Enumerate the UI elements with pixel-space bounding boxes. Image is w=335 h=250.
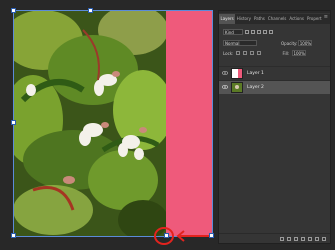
layer-style-icon[interactable] — [287, 236, 291, 241]
tab-properties[interactable]: Propert — [306, 14, 324, 24]
transform-handle-top-left[interactable] — [11, 8, 16, 13]
layer-row-layer-2[interactable]: Layer 2 — [219, 80, 330, 94]
blend-mode-select[interactable]: Normal — [223, 40, 257, 46]
delete-layer-icon[interactable] — [322, 236, 326, 241]
fill-label: Fill: — [282, 50, 290, 56]
filter-pixel-icon[interactable] — [245, 30, 249, 34]
filter-adjustment-icon[interactable] — [251, 30, 255, 34]
new-layer-icon[interactable] — [315, 236, 319, 241]
lock-image-icon[interactable] — [243, 51, 248, 55]
visibility-eye-icon[interactable] — [222, 85, 228, 89]
filter-type-icon[interactable] — [257, 30, 261, 34]
tab-actions[interactable]: Actions — [288, 14, 306, 24]
transform-handle-top-center[interactable] — [88, 8, 93, 13]
opacity-label: Opacity: — [281, 40, 298, 46]
transform-bounding-box[interactable] — [13, 10, 213, 237]
opacity-field[interactable]: 100% — [298, 40, 313, 46]
new-group-icon[interactable] — [308, 236, 312, 241]
panel-menu-icon[interactable]: ≡ — [324, 15, 328, 20]
blend-row: Normal Opacity: 100% — [223, 39, 326, 47]
document-canvas[interactable] — [11, 8, 214, 238]
tab-paths[interactable]: Paths — [252, 14, 266, 24]
panel-tabs: Layers History Paths Channels Actions Pr… — [219, 14, 330, 24]
lock-label: Lock: — [223, 50, 234, 56]
filter-shape-icon[interactable] — [263, 30, 267, 34]
filter-kind-select[interactable]: Kind — [223, 29, 243, 35]
canvas-workspace[interactable] — [0, 0, 218, 250]
tab-history[interactable]: History — [235, 14, 252, 24]
lock-position-icon[interactable] — [250, 51, 255, 55]
tab-layers[interactable]: Layers — [219, 14, 236, 24]
layer-list: Layer 1 Layer 2 — [219, 66, 330, 94]
link-layers-icon[interactable] — [280, 236, 284, 241]
annotation-arrow-icon — [176, 230, 209, 242]
layer-row-layer-1[interactable]: Layer 1 — [219, 66, 330, 80]
layer-thumbnail — [231, 68, 243, 79]
add-mask-icon[interactable] — [294, 236, 298, 241]
layer-name[interactable]: Layer 1 — [247, 71, 264, 76]
adjustment-layer-icon[interactable] — [301, 236, 305, 241]
lock-row: Lock: Fill: 100% — [223, 49, 326, 57]
layers-panel: Layers History Paths Channels Actions Pr… — [218, 10, 331, 244]
layer-filter-row: Kind — [223, 28, 326, 36]
visibility-eye-icon[interactable] — [222, 71, 228, 75]
layer-thumbnail — [231, 82, 243, 93]
annotation-circle — [154, 227, 174, 245]
panel-drag-bar[interactable] — [219, 11, 330, 13]
lock-all-icon[interactable] — [257, 51, 262, 55]
filter-smart-object-icon[interactable] — [269, 30, 273, 34]
panel-bottom-toolbar — [219, 233, 330, 243]
transform-handle-bottom-left[interactable] — [11, 233, 16, 238]
tab-channels[interactable]: Channels — [266, 14, 288, 24]
fill-field[interactable]: 100% — [292, 50, 307, 56]
transform-handle-middle-left[interactable] — [11, 120, 16, 125]
layer-name[interactable]: Layer 2 — [247, 85, 264, 90]
lock-transparent-icon[interactable] — [236, 51, 241, 55]
